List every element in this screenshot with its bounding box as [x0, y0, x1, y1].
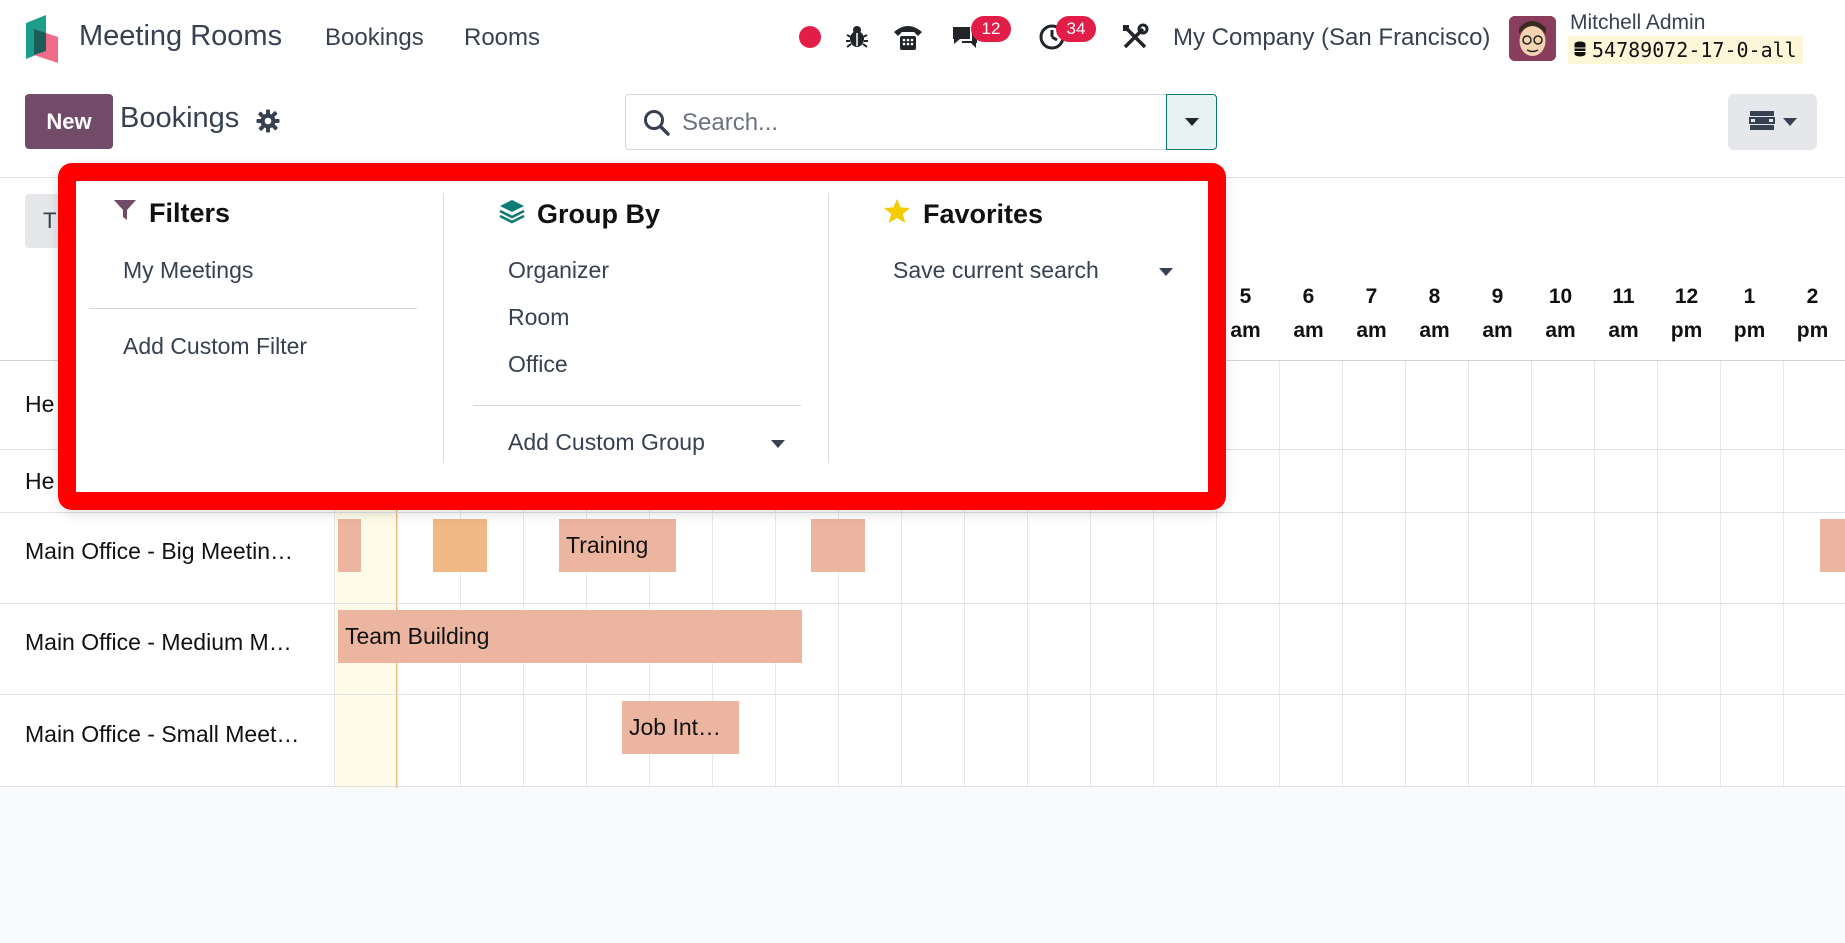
search-panel-dropdown: Filters My Meetings Add Custom Filter Gr…	[58, 163, 1226, 510]
gantt-view-icon	[1748, 109, 1775, 136]
gantt-row: Main Office - Small Meet…	[0, 695, 1845, 787]
page-title: Bookings	[120, 102, 240, 134]
row-label: Main Office - Medium M…	[25, 629, 292, 655]
gantt-row: Main Office - Medium M…	[0, 604, 1845, 695]
hour-header: 8 am	[1419, 285, 1450, 342]
row-label: Main Office - Small Meet…	[25, 721, 300, 747]
search-bar	[625, 94, 1168, 150]
divider	[89, 308, 417, 309]
menu-bookings[interactable]: Bookings	[325, 24, 424, 52]
add-custom-group-select[interactable]: Add Custom Group	[508, 429, 705, 456]
tools-icon[interactable]	[1118, 20, 1152, 54]
booking-pill-team-building[interactable]: Team Building	[338, 610, 802, 663]
hour-header: 11 am	[1608, 285, 1639, 342]
top-navbar: Meeting Rooms Bookings Rooms 12 34 My Co…	[0, 0, 1845, 80]
add-custom-filter[interactable]: Add Custom Filter	[123, 333, 307, 360]
user-name[interactable]: Mitchell Admin	[1570, 11, 1705, 35]
booking-pill[interactable]	[338, 519, 361, 572]
hour-header: 9 am	[1482, 285, 1513, 342]
booking-pill-job-interview[interactable]: Job Int…	[622, 701, 739, 754]
favorites-header: Favorites	[883, 198, 1043, 231]
activities-badge: 34	[1056, 16, 1096, 42]
groupby-organizer[interactable]: Organizer	[508, 257, 609, 284]
booking-pill-training[interactable]: Training	[559, 519, 676, 572]
messages-badge: 12	[971, 16, 1011, 42]
record-icon[interactable]	[793, 20, 827, 54]
group-by-header: Group By	[499, 198, 660, 231]
gantt-row: Main Office - Big Meetin…	[0, 513, 1845, 604]
chevron-down-icon[interactable]	[1159, 268, 1173, 276]
chevron-down-icon	[1782, 118, 1797, 126]
star-icon	[883, 198, 911, 231]
search-icon	[642, 108, 672, 138]
chevron-down-icon	[1184, 118, 1199, 126]
database-badge: 54789072-17-0-all	[1568, 36, 1803, 64]
database-icon	[1574, 38, 1586, 62]
search-options-toggle[interactable]	[1166, 94, 1217, 150]
booking-pill[interactable]	[811, 519, 865, 572]
view-switcher-button[interactable]	[1728, 94, 1817, 150]
hour-header: 6 am	[1293, 285, 1324, 342]
divider	[473, 405, 801, 406]
bug-icon[interactable]	[840, 20, 874, 54]
hour-header: 10 am	[1545, 285, 1576, 342]
booking-pill[interactable]	[1820, 519, 1845, 572]
column-divider	[443, 193, 444, 463]
menu-rooms[interactable]: Rooms	[464, 24, 540, 52]
database-name: 54789072-17-0-all	[1592, 38, 1797, 62]
filter-my-meetings[interactable]: My Meetings	[123, 257, 253, 284]
app-logo-icon[interactable]	[24, 15, 60, 63]
new-button[interactable]: New	[25, 94, 113, 149]
filter-funnel-icon	[113, 198, 137, 229]
app-name[interactable]: Meeting Rooms	[79, 20, 282, 53]
booking-pill[interactable]	[433, 519, 487, 572]
company-switcher[interactable]: My Company (San Francisco)	[1173, 24, 1490, 52]
chevron-down-icon	[771, 440, 785, 448]
hour-header: 1 pm	[1733, 285, 1766, 342]
search-input[interactable]	[682, 105, 1152, 141]
hour-header: 2 pm	[1796, 285, 1829, 342]
groupby-room[interactable]: Room	[508, 304, 569, 331]
hour-header: 7 am	[1356, 285, 1387, 342]
groupby-office[interactable]: Office	[508, 351, 568, 378]
hour-header: 12 pm	[1670, 285, 1703, 342]
filters-header: Filters	[113, 198, 230, 229]
column-divider	[828, 193, 829, 463]
phone-icon[interactable]	[891, 20, 925, 54]
row-label: Main Office - Big Meetin…	[25, 538, 294, 564]
gear-icon[interactable]	[256, 109, 280, 133]
layers-icon	[499, 198, 525, 231]
user-avatar[interactable]	[1509, 16, 1556, 61]
save-current-search[interactable]: Save current search	[893, 257, 1099, 284]
